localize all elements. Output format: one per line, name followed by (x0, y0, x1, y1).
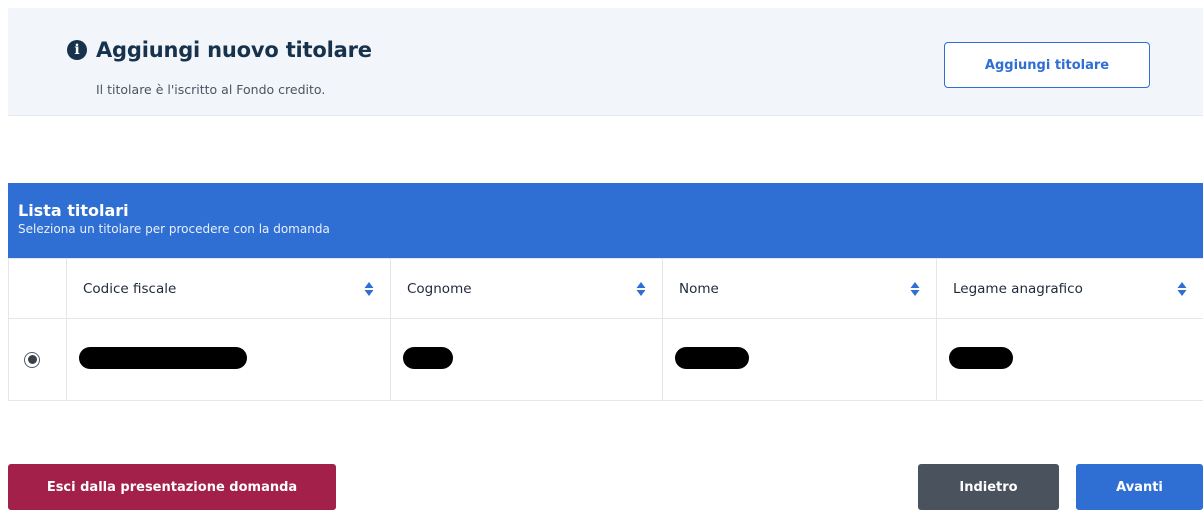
sort-icon[interactable] (364, 281, 374, 297)
sort-icon[interactable] (910, 281, 920, 297)
column-header-legame-anagrafico[interactable]: Legame anagrafico (936, 258, 1203, 319)
holders-table: Codice fiscale Cognome Nome Legame anagr… (8, 258, 1203, 401)
table-row[interactable] (8, 318, 1203, 401)
cell-nome[interactable] (662, 318, 937, 401)
add-holder-button[interactable]: Aggiungi titolare (944, 42, 1150, 88)
column-header-label: Legame anagrafico (953, 280, 1083, 297)
add-holder-subtitle: Il titolare è l'iscritto al Fondo credit… (96, 82, 326, 97)
radio-selected-dot (27, 355, 37, 364)
row-select-cell[interactable] (8, 318, 67, 401)
holders-list-header: Lista titolari Seleziona un titolare per… (8, 183, 1203, 258)
row-radio-button[interactable] (24, 351, 40, 368)
exit-application-button[interactable]: Esci dalla presentazione domanda (8, 464, 336, 510)
redacted-value (79, 346, 247, 369)
column-header-codice-fiscale[interactable]: Codice fiscale (66, 258, 391, 319)
info-icon: i (67, 40, 87, 60)
column-header-nome[interactable]: Nome (662, 258, 937, 319)
column-header-label: Nome (679, 280, 719, 297)
column-header-label: Cognome (407, 280, 472, 297)
column-header-select (8, 258, 67, 319)
add-holder-title: Aggiungi nuovo titolare (96, 38, 372, 62)
column-header-label: Codice fiscale (83, 280, 177, 297)
add-holder-panel: i Aggiungi nuovo titolare Il titolare è … (8, 8, 1203, 116)
redacted-value (949, 346, 1013, 369)
cell-codice-fiscale[interactable] (66, 318, 391, 401)
redacted-value (675, 346, 749, 369)
sort-icon[interactable] (636, 281, 646, 297)
cell-cognome[interactable] (390, 318, 663, 401)
next-button[interactable]: Avanti (1076, 464, 1203, 510)
holders-list-subtitle: Seleziona un titolare per procedere con … (18, 222, 330, 236)
redacted-value (403, 346, 453, 369)
column-header-cognome[interactable]: Cognome (390, 258, 663, 319)
cell-legame-anagrafico[interactable] (936, 318, 1203, 401)
back-button[interactable]: Indietro (918, 464, 1059, 510)
sort-icon[interactable] (1177, 281, 1187, 297)
holders-list-title: Lista titolari (18, 201, 129, 220)
add-holder-title-row: i Aggiungi nuovo titolare (67, 38, 372, 62)
table-header-row: Codice fiscale Cognome Nome Legame anagr… (8, 258, 1203, 319)
